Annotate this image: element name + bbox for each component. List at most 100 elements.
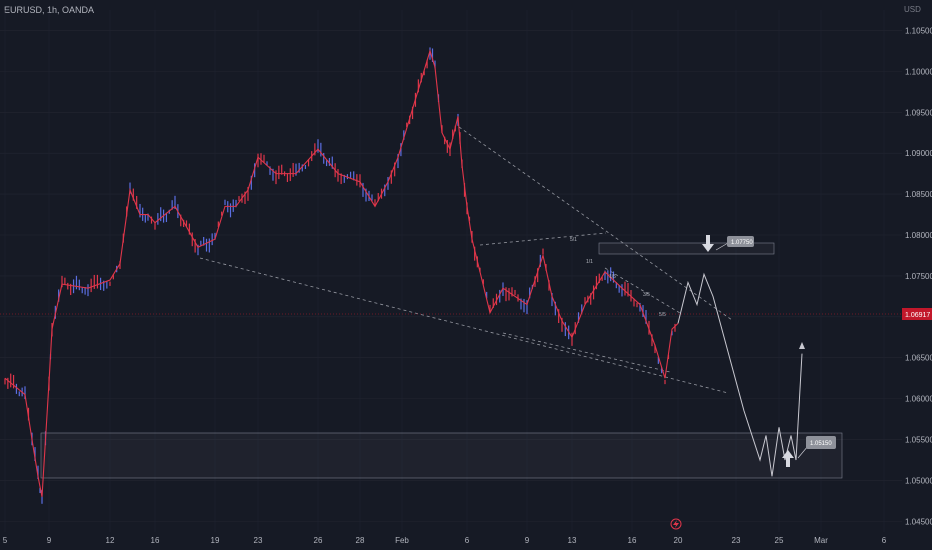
- y-tick-label: 1.10000: [905, 67, 932, 76]
- y-tick-label: 1.06500: [905, 354, 932, 363]
- y-tick-label: 1.06000: [905, 395, 932, 404]
- x-tick-label: 13: [568, 536, 577, 545]
- candle: [356, 174, 358, 186]
- y-tick-label: 1.08500: [905, 190, 932, 199]
- y-tick-label: 1.09500: [905, 108, 932, 117]
- candle: [75, 275, 78, 290]
- candle: [571, 332, 573, 346]
- candle: [286, 173, 289, 182]
- x-tick-label: 6: [882, 536, 887, 545]
- x-tick-label: Feb: [395, 536, 409, 545]
- candle: [157, 213, 159, 225]
- wave-label-5: 1/1: [586, 259, 593, 265]
- current-price-text: 1.06917: [905, 312, 930, 319]
- price-chart[interactable]: 1.07750 1.05150 5/1 1/5 3/5 5/5 1/1 1.10…: [0, 0, 932, 550]
- wave-label-4: 5/5: [659, 312, 666, 318]
- candle: [238, 196, 240, 202]
- x-tick-label: 5: [3, 536, 8, 545]
- time-axis[interactable]: 5 9 12 16 19 23 26 28 Feb 6 9 13 16 20 23 25 Mar 6: [3, 536, 887, 545]
- candle: [320, 142, 322, 157]
- resistance-callout-text: 1.07750: [731, 240, 753, 246]
- candle: [205, 238, 208, 252]
- candle: [349, 171, 352, 178]
- candle: [139, 203, 141, 218]
- candle: [15, 383, 18, 394]
- candle: [106, 281, 108, 289]
- candle: [514, 289, 516, 296]
- x-tick-label: 23: [732, 536, 741, 545]
- candle: [636, 302, 638, 308]
- price-axis[interactable]: 1.10500 1.10000 1.09500 1.09000 1.08500 1.080…: [905, 26, 932, 526]
- wave-label-3: 3/5: [643, 292, 650, 298]
- chart-window: EURUSD, 1h, OANDA USD 1.07750 1.05150 5/: [0, 0, 932, 550]
- candle: [93, 274, 95, 289]
- candle: [624, 281, 626, 296]
- candle: [304, 164, 307, 169]
- candle: [10, 373, 12, 388]
- candle: [317, 139, 319, 153]
- candle: [64, 277, 66, 285]
- candle: [4, 378, 6, 385]
- candle: [359, 174, 361, 188]
- candle: [154, 222, 156, 230]
- x-tick-label: 26: [314, 536, 323, 545]
- y-tick-label: 1.04500: [905, 517, 932, 526]
- x-tick-label: 19: [211, 536, 220, 545]
- candle: [87, 284, 89, 297]
- candle: [325, 160, 328, 167]
- candle: [109, 281, 111, 286]
- wedge-lower-line: [502, 332, 671, 373]
- candle: [144, 214, 146, 223]
- support-zone: [40, 432, 843, 479]
- x-tick-label: 6: [465, 536, 470, 545]
- candle: [508, 288, 510, 301]
- y-tick-label: 1.10500: [905, 26, 932, 35]
- support-callout-text: 1.05150: [810, 441, 832, 447]
- candle: [621, 284, 623, 297]
- projection-arrowhead-up: [799, 342, 805, 349]
- candle: [224, 199, 226, 206]
- candle: [208, 238, 210, 253]
- candle: [564, 322, 566, 337]
- candle: [229, 203, 232, 218]
- candle: [523, 298, 525, 313]
- candle: [263, 154, 265, 163]
- candle: [337, 169, 339, 182]
- price-series-line: [4, 49, 679, 497]
- candle: [211, 233, 213, 246]
- candle: [18, 391, 20, 397]
- candle: [664, 379, 666, 385]
- candle: [232, 199, 234, 212]
- x-tick-label: Mar: [814, 536, 828, 545]
- wave-label-2: 1/5: [609, 274, 616, 280]
- x-tick-label: 28: [356, 536, 365, 545]
- x-tick-label: 23: [254, 536, 263, 545]
- candle: [275, 170, 277, 185]
- candle: [191, 232, 193, 247]
- candle: [278, 165, 280, 180]
- wave-label-1: 5/1: [570, 237, 577, 243]
- candle: [90, 278, 92, 293]
- x-tick-label: 16: [151, 536, 160, 545]
- x-tick-label: 20: [674, 536, 683, 545]
- candle: [292, 162, 294, 177]
- candle: [12, 374, 15, 389]
- candle: [78, 279, 80, 291]
- y-tick-label: 1.09000: [905, 149, 932, 158]
- y-tick-label: 1.05000: [905, 476, 932, 485]
- x-tick-label: 9: [47, 536, 52, 545]
- y-tick-label: 1.08000: [905, 231, 932, 240]
- x-tick-label: 16: [628, 536, 637, 545]
- x-tick-label: 25: [775, 536, 784, 545]
- lightning-icon[interactable]: [670, 518, 682, 530]
- y-tick-label: 1.07500: [905, 272, 932, 281]
- candle: [96, 274, 99, 289]
- candle: [323, 152, 325, 164]
- x-tick-label: 12: [106, 536, 115, 545]
- candle: [200, 240, 202, 246]
- y-tick-label: 1.05500: [905, 436, 932, 445]
- candle: [289, 168, 291, 182]
- x-tick-label: 9: [525, 536, 530, 545]
- candle: [67, 282, 69, 290]
- candle: [81, 287, 83, 294]
